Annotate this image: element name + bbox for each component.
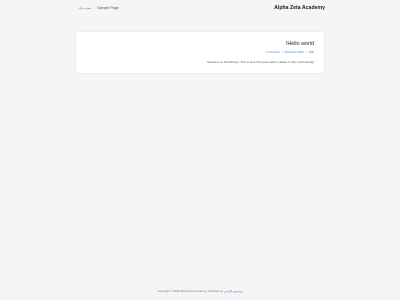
site-footer: Copyright © 2025 Alpha Zeta Academy | Po… — [0, 289, 400, 293]
site-header: نمونه برگه Sample Page Alpha Zeta Academ… — [0, 0, 400, 20]
post-excerpt: Welcome to WordPress. This is your first… — [207, 60, 314, 64]
post-comments-link[interactable]: 1 Comment — [266, 51, 280, 54]
footer-copyright: Copyright © 2025 Alpha Zeta Academy | Po… — [157, 289, 223, 293]
page: نمونه برگه Sample Page Alpha Zeta Academ… — [0, 0, 400, 300]
footer-powered-link[interactable]: وردپرس فارسی — [224, 289, 243, 293]
nav-item-sample-page-fa[interactable]: نمونه برگه — [79, 6, 91, 10]
post-card: !Hello world 1 Comment / December 2021 /… — [75, 31, 325, 74]
post-meta: 1 Comment / December 2021 / Jalal — [266, 51, 314, 54]
meta-separator: / — [281, 51, 283, 54]
post-date-link[interactable]: December 2021 — [285, 51, 304, 54]
site-title[interactable]: Alpha Zeta Academy — [274, 5, 325, 11]
meta-separator: / — [305, 51, 307, 54]
post-title[interactable]: !Hello world — [286, 41, 314, 47]
primary-nav: نمونه برگه Sample Page — [79, 6, 119, 10]
post-author-link[interactable]: Jalal — [308, 51, 314, 54]
nav-item-sample-page[interactable]: Sample Page — [97, 6, 119, 10]
